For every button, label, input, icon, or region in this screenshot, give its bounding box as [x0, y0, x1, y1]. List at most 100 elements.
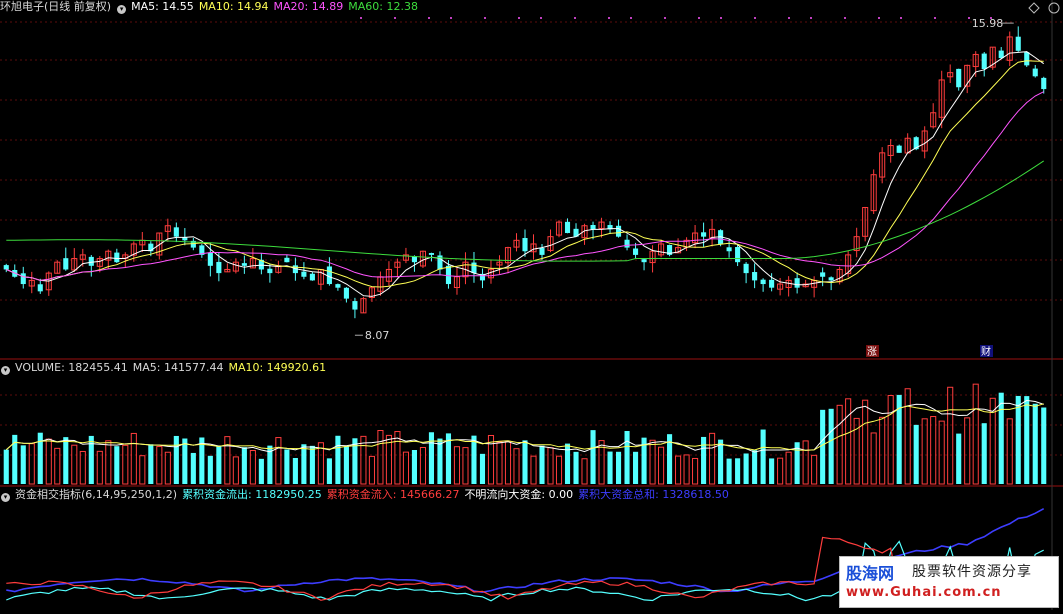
- volume-bar-down: [752, 450, 758, 484]
- volume-bar-up: [811, 454, 818, 485]
- volume-bar-down: [820, 409, 826, 484]
- volume-bar-down: [20, 445, 26, 484]
- volume-bar-up: [232, 456, 239, 485]
- candle-down: [820, 272, 826, 277]
- volume-bar-down: [1041, 407, 1047, 484]
- event-dot: [428, 17, 430, 19]
- volume-bar-up: [777, 457, 784, 485]
- volume-bar-up: [658, 446, 665, 485]
- chevron-down-icon[interactable]: ▾: [1, 493, 10, 502]
- volume-bar-down: [769, 458, 775, 484]
- candle-down: [216, 261, 222, 274]
- event-dot: [540, 17, 542, 19]
- watermark-slogan: 股票软件资源分享: [912, 564, 1032, 580]
- candle-down: [726, 247, 732, 252]
- candle-down: [326, 266, 332, 285]
- fund-header: ▾ 资金相交指标(6,14,95,250,1,2) 累积资金流出: 1182950.…: [0, 488, 734, 502]
- candle-down: [564, 221, 571, 234]
- chart-canvas: 15.98 8.07 涨 财: [0, 0, 1063, 610]
- volume-bar-down: [411, 449, 417, 484]
- volume-bar-down: [607, 451, 613, 484]
- volume-bar-down: [522, 440, 528, 484]
- volume-bar-down: [760, 429, 766, 484]
- volume-bar-up: [692, 457, 699, 485]
- price-header: 环旭电子(日线 前复权) ▾ MA5: 14.55 MA10: 14.94 MA20: …: [0, 0, 423, 14]
- watermark: 股海网 股票软件资源分享 www.Guhai.com.cn: [839, 556, 1059, 608]
- volume-bar-up: [462, 447, 469, 485]
- volume-bar-up: [156, 446, 163, 485]
- volume-bar-down: [352, 438, 358, 484]
- volume-bar-down: [956, 433, 962, 484]
- volume-bar-up: [802, 440, 809, 485]
- volume-bar-up: [836, 404, 843, 485]
- volume-panel[interactable]: [3, 383, 1047, 485]
- ma20-label: MA20: 14.89: [273, 0, 344, 13]
- volume-bar-down: [309, 445, 315, 484]
- candle-down: [1015, 36, 1021, 51]
- volume-bar-down: [913, 424, 919, 484]
- volume-bar-down: [258, 458, 264, 484]
- volume-bar-up: [862, 399, 869, 485]
- event-dot: [810, 17, 812, 19]
- volume-bar-down: [981, 423, 987, 484]
- volume-ma5-label: MA5: 141577.44: [132, 361, 224, 374]
- chevron-down-icon[interactable]: ▾: [117, 5, 127, 14]
- candle-down: [207, 252, 213, 266]
- candle-down: [522, 238, 528, 252]
- volume-bar-down: [216, 445, 222, 484]
- candle-down: [428, 253, 435, 255]
- volume-bar-down: [615, 451, 622, 484]
- high-price-label: 15.98: [972, 17, 1004, 30]
- candle-down: [301, 271, 307, 277]
- candle-down: [1041, 77, 1047, 90]
- volume-bar-up: [683, 454, 690, 485]
- volume-bar-up: [513, 448, 520, 485]
- volume-bar-up: [555, 455, 563, 485]
- stock-title: 环旭电子(日线 前复权): [0, 0, 112, 13]
- volume-bar-down: [828, 408, 834, 484]
- volume-bar-up: [870, 432, 877, 485]
- candle-down: [1024, 52, 1030, 66]
- event-dot: [484, 17, 486, 19]
- volume-bar-down: [701, 436, 707, 484]
- chevron-down-icon[interactable]: ▾: [1, 366, 10, 375]
- circle-icon[interactable]: [1048, 2, 1060, 14]
- candle-down: [743, 263, 749, 274]
- volume-bar-up: [164, 451, 171, 485]
- event-dot: [630, 17, 632, 19]
- volume-bar-up: [709, 432, 716, 485]
- volume-bar-up: [275, 437, 282, 485]
- fund-title: 资金相交指标(6,14,95,250,1,2): [15, 488, 178, 501]
- event-dot: [788, 17, 790, 19]
- volume-bar-up: [879, 416, 886, 485]
- event-dot: [878, 17, 880, 19]
- volume-bar-up: [224, 436, 231, 485]
- volume-bar-up: [845, 398, 852, 485]
- diamond-icon[interactable]: [1028, 2, 1040, 14]
- volume-bar-up: [139, 455, 146, 485]
- volume-bar-up: [453, 446, 461, 485]
- candle-down: [471, 262, 477, 274]
- event-dot: [518, 17, 520, 19]
- volume-bar-down: [471, 435, 477, 484]
- volume-bar-up: [130, 432, 137, 485]
- volume-bar-down: [726, 458, 732, 484]
- low-price-label: 8.07: [365, 329, 390, 342]
- event-dot: [754, 17, 756, 19]
- volume-bar-down: [284, 449, 290, 484]
- volume-bar-down: [735, 458, 741, 484]
- volume-bar-up: [122, 444, 129, 485]
- volume-bar-down: [207, 455, 213, 484]
- bigsum-label: 累积大资金总和: 1328618.50: [578, 488, 729, 501]
- volume-bar-down: [573, 451, 579, 484]
- volume-bar-down: [3, 449, 9, 484]
- chart-stage: 15.98 8.07 涨 财 环旭电子(日线 前复权) ▾ MA5: 14.55 MA10…: [0, 0, 1063, 610]
- inflow-label: 累积资金流入: 145666.27: [326, 488, 460, 501]
- candle-down: [981, 53, 987, 70]
- candle-down: [267, 268, 273, 274]
- candle-down: [63, 258, 69, 270]
- candle-down: [445, 265, 452, 285]
- unknown-label: 不明流向大资金: 0.00: [464, 488, 574, 501]
- volume-bar-down: [343, 446, 349, 484]
- candle-down: [20, 273, 26, 285]
